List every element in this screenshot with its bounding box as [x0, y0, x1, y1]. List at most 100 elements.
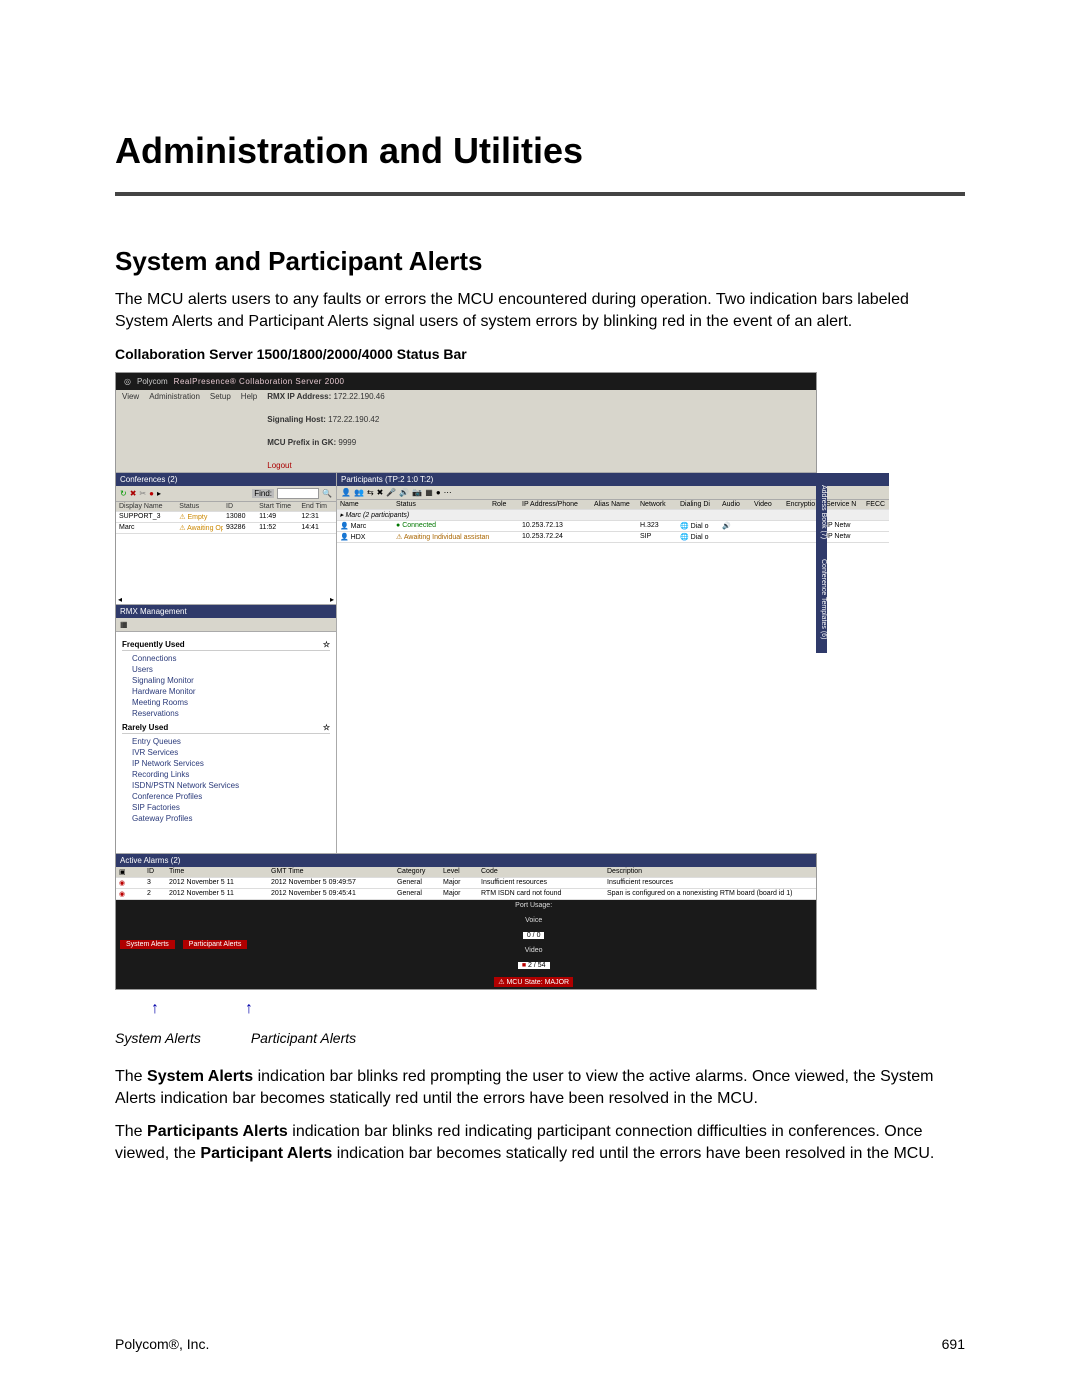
logo-icon: ◎: [124, 377, 131, 386]
figure-caption: Collaboration Server 1500/1800/2000/4000…: [115, 346, 965, 362]
col-level[interactable]: Level: [440, 867, 478, 877]
play-icon[interactable]: ▸: [157, 489, 161, 498]
col-dialing[interactable]: Dialing Di: [677, 500, 719, 509]
col-end-time[interactable]: End Tim: [298, 502, 336, 511]
nav-ivr-services[interactable]: IVR Services: [122, 747, 330, 758]
nav-users[interactable]: Users: [122, 664, 330, 675]
participant-alerts-indicator[interactable]: Participant Alerts: [183, 940, 248, 949]
participant-row[interactable]: 👤 HDX ⚠ Awaiting Individual assistance 1…: [337, 532, 889, 543]
participant-row[interactable]: 👤 Marc ● Connected 10.253.72.13 H.323 🌐 …: [337, 521, 889, 532]
col-code[interactable]: Code: [478, 867, 604, 877]
conf-toolbar: ↻ ✖ ✂ ● ▸ Find: 🔍: [116, 486, 336, 502]
mcu-prefix-label: MCU Prefix in GK:: [267, 438, 336, 447]
conf-row[interactable]: SUPPORT_3 ⚠ Empty 13080 11:49 12:31: [116, 512, 336, 523]
menu-administration[interactable]: Administration: [149, 392, 200, 470]
nav-gateway-profiles[interactable]: Gateway Profiles: [122, 813, 330, 824]
layout-icon[interactable]: ▦: [425, 488, 433, 497]
delete-icon[interactable]: ✖: [130, 489, 137, 498]
refresh-icon[interactable]: ↻: [120, 489, 127, 498]
col-display-name[interactable]: Display Name: [116, 502, 176, 511]
brand: Polycom: [137, 377, 168, 386]
cell: 🔊: [719, 521, 751, 531]
disconnect-icon[interactable]: ✖: [377, 488, 384, 497]
scroll-left-icon[interactable]: ◂: [118, 595, 122, 604]
app-title: RealPresence® Collaboration Server 2000: [174, 377, 345, 386]
col-name[interactable]: Name: [337, 500, 393, 509]
nav-signaling-monitor[interactable]: Signaling Monitor: [122, 675, 330, 686]
alarm-row[interactable]: ◉ 2 2012 November 5 11 2012 November 5 0…: [116, 889, 816, 900]
footer-left: Polycom®, Inc.: [115, 1336, 209, 1352]
system-alerts-indicator[interactable]: System Alerts: [120, 940, 175, 949]
col-description[interactable]: Description: [604, 867, 816, 877]
col-time[interactable]: Time: [166, 867, 268, 877]
cell: [489, 532, 519, 542]
col-role[interactable]: Role: [489, 500, 519, 509]
col-status[interactable]: Status: [393, 500, 489, 509]
alarm-row[interactable]: ◉ 3 2012 November 5 11 2012 November 5 0…: [116, 878, 816, 889]
col-video[interactable]: Video: [751, 500, 783, 509]
nav-sip-factories[interactable]: SIP Factories: [122, 802, 330, 813]
rec-icon[interactable]: ●: [149, 489, 154, 498]
list-view-icon[interactable]: ▦: [120, 620, 128, 629]
find-label: Find:: [252, 489, 274, 498]
cell: [591, 521, 637, 531]
speaker-icon[interactable]: 🔊: [399, 488, 409, 497]
nav-recording-links[interactable]: Recording Links: [122, 769, 330, 780]
conf-row[interactable]: Marc ⚠ Awaiting Op 93286 11:52 14:41: [116, 523, 336, 534]
search-icon[interactable]: 🔍: [322, 489, 332, 498]
video-value: ■ 2 / 54: [518, 962, 550, 969]
page-footer: Polycom®, Inc. 691: [115, 1336, 965, 1352]
more-icon[interactable]: ⋯: [444, 488, 452, 497]
find-input[interactable]: [277, 488, 319, 499]
mic-icon[interactable]: 🎤: [386, 488, 396, 497]
cell: 2: [144, 889, 166, 899]
col-fecc[interactable]: FECC: [863, 500, 889, 509]
nav-reservations[interactable]: Reservations: [122, 708, 330, 719]
sig-host-label: Signaling Host:: [267, 415, 326, 424]
group-icon[interactable]: 👥: [354, 488, 364, 497]
voice-label: Voice: [525, 917, 542, 924]
participants-toolbar: 👤 👥 ⇆ ✖ 🎤 🔊 📷 ▦ ● ⋯: [337, 486, 889, 500]
nav-conference-profiles[interactable]: Conference Profiles: [122, 791, 330, 802]
col-alias[interactable]: Alias Name: [591, 500, 637, 509]
group-rarely-used: Rarely Used☆: [122, 723, 330, 734]
add-participant-icon[interactable]: 👤: [341, 488, 351, 497]
menu-help[interactable]: Help: [241, 392, 257, 470]
col-id[interactable]: ID: [223, 502, 256, 511]
connect-icon[interactable]: ⇆: [367, 488, 374, 497]
col-id[interactable]: ID: [144, 867, 166, 877]
nav-entry-queues[interactable]: Entry Queues: [122, 736, 330, 747]
nav-hardware-monitor[interactable]: Hardware Monitor: [122, 686, 330, 697]
nav-isdn-pstn[interactable]: ISDN/PSTN Network Services: [122, 780, 330, 791]
conferences-table: Display Name Status ID Start Time End Ti…: [116, 502, 336, 605]
col-audio[interactable]: Audio: [719, 500, 751, 509]
scroll-right-icon[interactable]: ▸: [330, 595, 334, 604]
col-network[interactable]: Network: [637, 500, 677, 509]
col-ip[interactable]: IP Address/Phone: [519, 500, 591, 509]
tool-icon[interactable]: ✂: [139, 489, 146, 498]
cell: 13080: [223, 512, 256, 522]
nav-ip-network-services[interactable]: IP Network Services: [122, 758, 330, 769]
cell: RTM ISDN card not found: [478, 889, 604, 899]
col-start-time[interactable]: Start Time: [256, 502, 298, 511]
col-status[interactable]: Status: [176, 502, 223, 511]
side-tab-address-book[interactable]: Address Book (7): [816, 473, 827, 551]
nav-meeting-rooms[interactable]: Meeting Rooms: [122, 697, 330, 708]
menu-view[interactable]: View: [122, 392, 139, 470]
record-icon[interactable]: ●: [436, 488, 441, 497]
side-tab-conference-templates[interactable]: Conference Templates (6): [816, 545, 827, 653]
nav-connections[interactable]: Connections: [122, 653, 330, 664]
col-gmt[interactable]: GMT Time: [268, 867, 394, 877]
col-service[interactable]: Service N: [823, 500, 863, 509]
active-alarms-panel: Active Alarms (2) ▣ ID Time GMT Time Cat…: [116, 853, 816, 900]
menu-setup[interactable]: Setup: [210, 392, 231, 470]
camera-icon[interactable]: 📷: [412, 488, 422, 497]
rmx-management-header: RMX Management: [116, 605, 336, 618]
col-category[interactable]: Category: [394, 867, 440, 877]
cell: Span is configured on a nonexisting RTM …: [604, 889, 816, 899]
participant-group-row[interactable]: ▸ Marc (2 participants): [337, 510, 889, 521]
logout-link[interactable]: Logout: [267, 461, 810, 470]
cell: Major: [440, 889, 478, 899]
paragraph: The MCU alerts users to any faults or er…: [115, 289, 965, 332]
group-frequently-used: Frequently Used☆: [122, 640, 330, 651]
